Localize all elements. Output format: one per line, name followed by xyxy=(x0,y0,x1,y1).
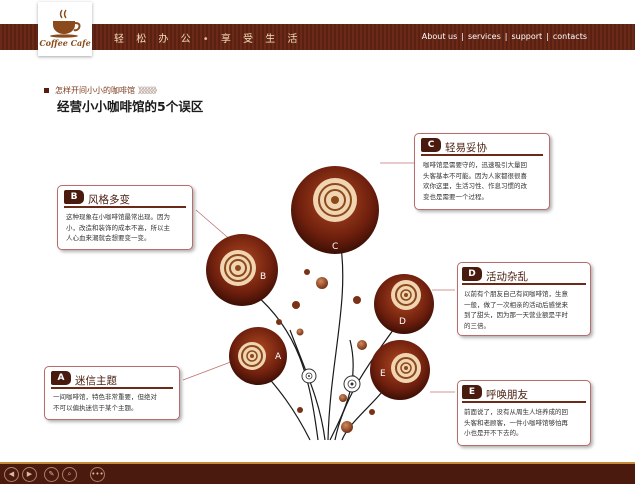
callout-badge-a: A xyxy=(51,371,71,385)
callout-line: 变也是需要一个过程。 xyxy=(423,192,488,201)
callout-divider xyxy=(462,283,586,285)
callout-line: 欢你这里，生活习性、作息习惯的改 xyxy=(423,182,527,190)
callout-b[interactable]: B 风格多变 这种现象在小咖啡馆最常出现。因为 小，改造和装饰的成本不高，所以主… xyxy=(57,185,193,250)
callout-badge-d: D xyxy=(462,267,482,281)
prev-icon[interactable]: ◀ xyxy=(4,467,19,482)
callout-title-d: 活动杂乱 xyxy=(486,271,528,283)
callout-line: 以前有个朋友自己有间咖啡馆，生意 xyxy=(464,290,568,298)
tree-node-b[interactable] xyxy=(206,234,278,306)
callout-line: 这种现象在小咖啡馆最常出现。因为 xyxy=(66,213,170,221)
logo[interactable]: Coffee Cafe xyxy=(38,2,92,56)
tree-node-e[interactable] xyxy=(370,340,430,400)
callout-line: 头客和老顾客，一件小咖啡馆够怕再 xyxy=(464,418,568,427)
callout-badge-c: C xyxy=(421,138,441,152)
more-icon[interactable]: ••• xyxy=(90,467,105,482)
callout-title-b: 风格多变 xyxy=(88,194,130,206)
callout-body-b: 这种现象在小咖啡馆最常出现。因为 小，改造和装饰的成本不高，所以主 人心血来潮就… xyxy=(66,212,170,244)
decorative-beads xyxy=(276,269,375,433)
callout-divider xyxy=(64,206,186,208)
coffee-cup-icon xyxy=(50,9,81,38)
callout-badge-b: B xyxy=(64,190,84,204)
callout-line: 头客基本不可能。因为人家都很很喜 xyxy=(423,171,527,180)
callout-line: 咖啡馆是需要守的，迅速吸引大量回 xyxy=(423,161,527,169)
node-label-d: D xyxy=(399,317,406,327)
callout-line: 的三倍。 xyxy=(464,321,490,330)
node-label-e: E xyxy=(380,369,386,379)
callout-divider xyxy=(421,154,543,156)
logo-text: Coffee Cafe xyxy=(39,38,91,48)
callout-divider xyxy=(462,401,586,403)
search-icon[interactable]: ⌕ xyxy=(62,467,77,482)
callout-line: 人心血来潮就会想要变一变。 xyxy=(66,234,151,242)
callout-body-c: 咖啡馆是需要守的，迅速吸引大量回 头客基本不可能。因为人家都很很喜 欢你这里，生… xyxy=(423,160,527,202)
callout-body-d: 以前有个朋友自己有间咖啡馆，生意 一般，做了一次相亲的活动后感觉来 到了甜头，因… xyxy=(464,289,568,331)
callout-title-a: 迷信主题 xyxy=(75,375,117,387)
callout-d[interactable]: D 活动杂乱 以前有个朋友自己有间咖啡馆，生意 一般，做了一次相亲的活动后感觉来… xyxy=(457,262,591,336)
tree-node-c[interactable] xyxy=(291,166,379,254)
callout-line: 不可以偏执迷信于某个主题。 xyxy=(53,403,138,412)
callout-badge-e: E xyxy=(462,385,482,399)
callout-line: 到了甜头，因为那一天营业额是平时 xyxy=(464,311,568,319)
callout-line: 一间咖啡馆，特色非常重要，但绝对 xyxy=(53,393,157,401)
callout-e[interactable]: E 呼唤朋友 前面说了，没有从周生人培养成的回 头客和老顾客，一件小咖啡馆够怕再… xyxy=(457,380,591,446)
callout-a[interactable]: A 迷信主题 一间咖啡馆，特色非常重要，但绝对 不可以偏执迷信于某个主题。 xyxy=(44,366,180,420)
callout-line: 前面说了，没有从周生人培养成的回 xyxy=(464,408,568,416)
callout-body-a: 一间咖啡馆，特色非常重要，但绝对 不可以偏执迷信于某个主题。 xyxy=(53,392,157,413)
callout-line: 一般，做了一次相亲的活动后感觉来 xyxy=(464,300,568,309)
next-icon[interactable]: ▶ xyxy=(22,467,37,482)
callout-c[interactable]: C 轻易妥协 咖啡馆是需要守的，迅速吸引大量回 头客基本不可能。因为人家都很很喜… xyxy=(414,133,550,210)
callout-divider xyxy=(51,387,173,389)
callout-title-c: 轻易妥协 xyxy=(445,142,487,154)
callout-line: 小也是开不下去的。 xyxy=(464,429,523,437)
node-label-c: C xyxy=(332,242,338,252)
callout-line: 小，改造和装饰的成本不高，所以主 xyxy=(66,223,170,232)
pen-icon[interactable]: ✎ xyxy=(44,467,59,482)
node-label-a: A xyxy=(275,352,282,362)
callout-body-e: 前面说了，没有从周生人培养成的回 头客和老顾客，一件小咖啡馆够怕再 小也是开不下… xyxy=(464,407,568,439)
node-label-b: B xyxy=(260,272,266,282)
callout-title-e: 呼唤朋友 xyxy=(486,389,528,401)
